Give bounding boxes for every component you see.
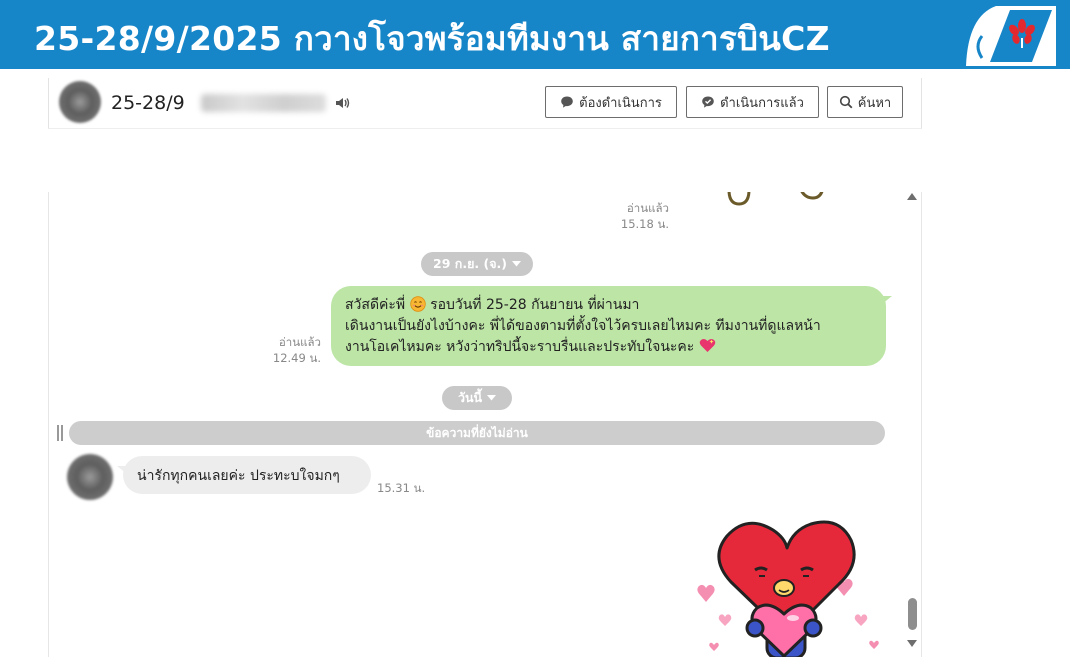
banner-title: 25-28/9/2025 กวางโจวพร้อมทีมงาน สายการบิ… [34,19,830,58]
done-button[interactable]: ดำเนินการแล้ว [686,86,819,118]
read-receipt: อ่านแล้ว 12.49 น. [261,334,321,366]
chevron-down-icon [487,395,497,401]
today-divider-label: วันนี้ [457,390,483,405]
message-text: รอบวันที่ 25-28 กันยายน ที่ผ่านมา [430,297,640,313]
outgoing-message-bubble[interactable]: สวัสดีค่ะพี่ รอบวันที่ 25-28 กันยายน ที่… [331,286,892,366]
message-text: งานโอเคไหมคะ หวังว่าทริปนี้จะราบรื่นและป… [345,339,695,355]
search-button[interactable]: ค้นหา [827,86,903,118]
search-button-label: ค้นหา [857,95,892,111]
chat-header: 25-28/9 ต้องดำเนินการ ดำเนินการแล้ว ค้นห… [48,78,922,129]
chevron-down-icon [512,261,521,267]
chat-bubble-icon [561,96,573,108]
speaker-icon[interactable] [335,95,351,114]
scroll-down-arrow-icon[interactable] [907,640,917,648]
chat-message-panel[interactable]: อ่านแล้ว 15.18 น. 29 ก.ย. (จ.) อ่านแล้ว … [48,192,922,657]
message-text: น่ารักทุกคนเลยค่ะ ประทะบใจมกๆ [137,468,340,484]
smiling-face-icon [409,296,430,313]
read-label: อ่านแล้ว [278,335,321,349]
chat-scrollbar[interactable] [903,192,921,657]
search-icon [839,95,853,109]
message-text: สวัสดีค่ะพี่ [345,297,406,313]
bubble-tail [117,466,127,474]
message-time: 12.49 น. [272,351,321,365]
chat-title: 25-28/9 [111,92,185,114]
read-receipt: อ่านแล้ว 15.18 น. [609,200,669,232]
message-text: เดินงานเป็นยังไงบ้างคะ พี่ได้ของตามที่ตั… [345,318,821,334]
sender-avatar[interactable] [67,454,113,500]
today-divider[interactable]: วันนี้ [442,386,512,410]
scroll-up-arrow-icon[interactable] [907,192,917,200]
resize-handle[interactable] [57,425,63,441]
group-avatar[interactable] [59,81,101,123]
redacted-name [201,94,326,112]
date-divider-label: 29 ก.ย. (จ.) [433,256,507,271]
todo-button[interactable]: ต้องดำเนินการ [545,86,677,118]
unread-divider-label: ข้อความที่ยังไม่อ่าน [426,425,528,440]
incoming-message-bubble[interactable]: น่ารักทุกคนเลยค่ะ ประทะบใจมกๆ [117,456,371,494]
message-time: 15.31 น. [377,481,426,495]
done-button-label: ดำเนินการแล้ว [720,95,804,111]
top-banner: 25-28/9/2025 กวางโจวพร้อมทีมงาน สายการบิ… [0,0,1070,69]
read-label: อ่านแล้ว [626,201,669,215]
message-time: 15.18 น. [620,217,669,231]
unread-divider: ข้อความที่ยังไม่อ่าน [69,421,885,445]
scroll-thumb[interactable] [908,598,917,630]
sparkling-heart-icon [699,338,716,355]
bubble-tail [882,296,892,304]
chat-check-icon [702,96,714,108]
todo-button-label: ต้องดำเนินการ [579,95,662,111]
sticker-partial [721,192,841,216]
date-divider[interactable]: 29 ก.ย. (จ.) [421,252,533,276]
heart-character-sticker[interactable] [689,518,889,657]
kapok-flower-logo-icon [966,6,1056,66]
